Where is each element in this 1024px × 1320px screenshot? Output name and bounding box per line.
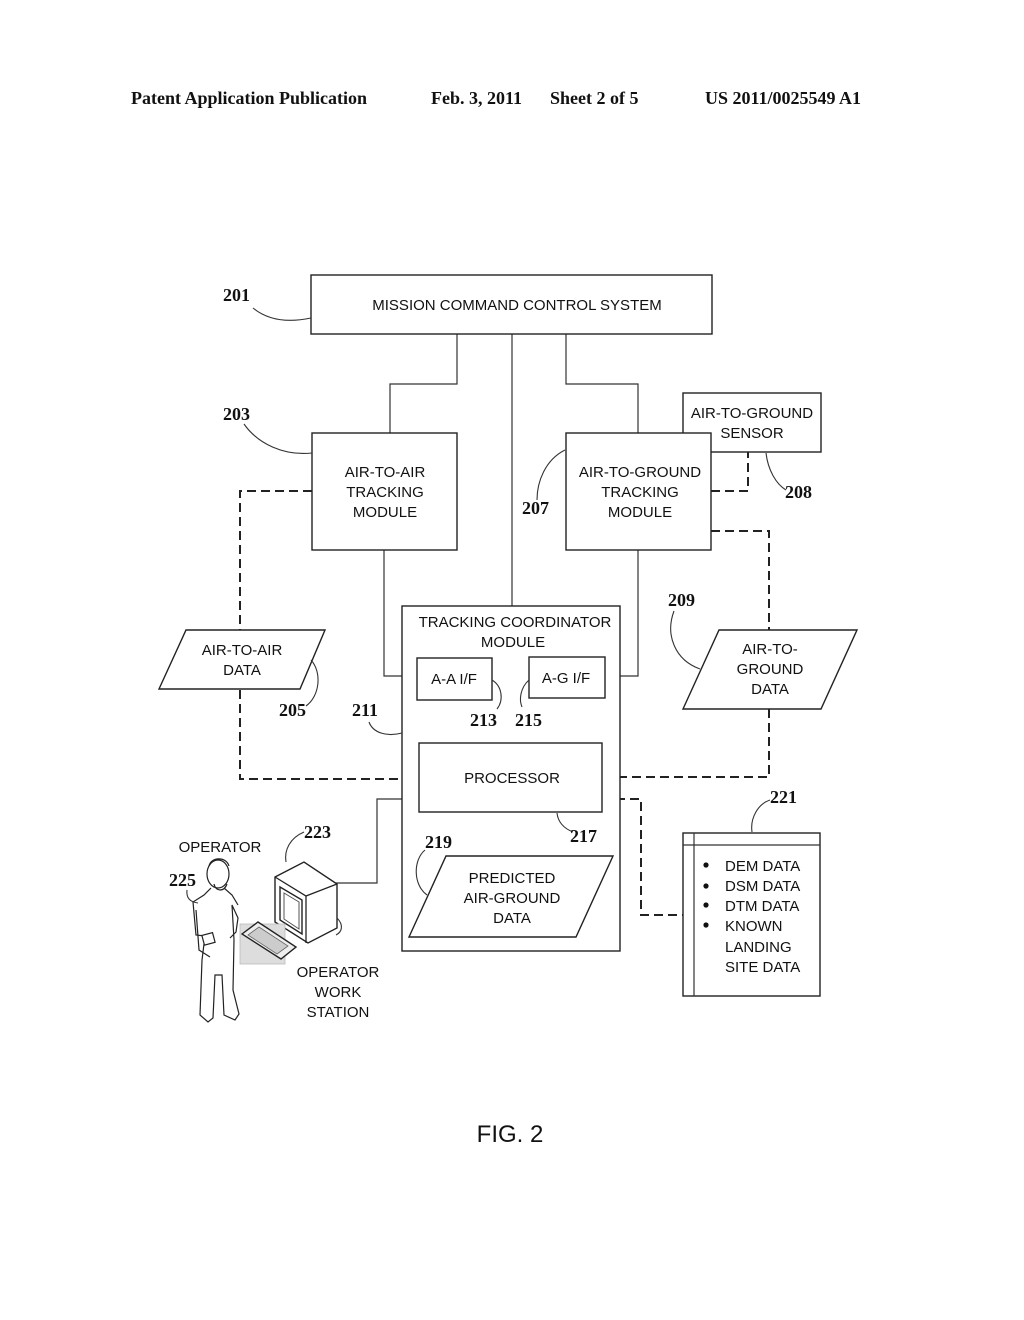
workstation-line-2: WORK	[315, 984, 362, 1001]
aa-data-line-1: AIR-TO-AIR	[202, 642, 283, 659]
ref-215: 215	[515, 710, 542, 730]
predicted-line-3: DATA	[493, 910, 531, 927]
air-to-ground-tracking-module: AIR-TO-GROUND TRACKING MODULE	[565, 432, 712, 551]
ag-tracking-line-2: TRACKING	[601, 484, 679, 501]
ref-208: 208	[785, 482, 812, 502]
leader-208	[765, 452, 787, 491]
bullet-icon	[703, 902, 709, 908]
air-to-air-data: AIR-TO-AIR DATA	[157, 629, 327, 690]
workstation-line-1: OPERATOR	[297, 964, 380, 981]
leader-221	[751, 799, 771, 833]
dash-ag-tracking-to-ag-data	[711, 530, 770, 630]
db-item-dtm: DTM DATA	[725, 898, 799, 915]
operator-figure-icon	[192, 858, 240, 1023]
ref-213: 213	[470, 710, 497, 730]
ref-219: 219	[425, 832, 452, 852]
db-item-dsm: DSM DATA	[725, 878, 800, 895]
ref-203: 203	[223, 404, 250, 424]
workstation-line-3: STATION	[307, 1004, 370, 1021]
db-item-dem: DEM DATA	[725, 858, 800, 875]
db-item-site-data: SITE DATA	[725, 959, 800, 976]
ag-interface: A-G I/F	[528, 656, 606, 699]
ref-205: 205	[279, 700, 306, 720]
bullet-icon	[703, 862, 709, 868]
processor: PROCESSOR	[418, 742, 603, 813]
system-diagram: MISSION COMMAND CONTROL SYSTEM 201 AIR-T…	[157, 274, 859, 1148]
predicted-line-2: AIR-GROUND	[464, 890, 561, 907]
ref-207: 207	[522, 498, 549, 518]
operator-workstation: OPERATOR WORK STATION	[239, 861, 380, 1021]
ref-223: 223	[304, 822, 331, 842]
dash-ag-data-to-processor	[602, 709, 770, 778]
dash-ag-tracking-to-sensor	[711, 451, 749, 492]
ag-tracking-line-1: AIR-TO-GROUND	[579, 464, 701, 481]
ref-209: 209	[668, 590, 695, 610]
ag-sensor-line-1: AIR-TO-GROUND	[691, 405, 813, 422]
leader-211	[368, 721, 403, 736]
air-to-air-tracking-module: AIR-TO-AIR TRACKING MODULE	[311, 432, 458, 551]
aa-tracking-line-2: TRACKING	[346, 484, 424, 501]
ag-sensor-line-2: SENSOR	[720, 425, 784, 442]
coordinator-line-1: TRACKING COORDINATOR	[419, 614, 612, 631]
ag-data-line-1: AIR-TO-	[742, 641, 798, 658]
ref-217: 217	[570, 826, 597, 846]
ag-data-line-2: GROUND	[737, 661, 804, 678]
leader-223	[285, 831, 305, 863]
leader-203	[243, 423, 313, 455]
operator-label: OPERATOR	[179, 839, 262, 856]
predicted-line-1: PREDICTED	[469, 870, 556, 887]
connector-mission-to-aa-tracking	[389, 334, 458, 433]
aa-data-line-2: DATA	[223, 662, 261, 679]
mission-command-control-system: MISSION COMMAND CONTROL SYSTEM	[310, 274, 713, 335]
processor-label: PROCESSOR	[464, 770, 560, 787]
leader-207	[536, 449, 566, 501]
mission-command-label: MISSION COMMAND CONTROL SYSTEM	[372, 297, 661, 314]
air-to-ground-data: AIR-TO- GROUND DATA	[681, 629, 859, 710]
aa-tracking-line-1: AIR-TO-AIR	[345, 464, 426, 481]
leader-201	[252, 307, 312, 321]
aa-interface-label: A-A I/F	[431, 671, 477, 688]
aa-interface: A-A I/F	[416, 657, 493, 701]
figure-caption: FIG. 2	[477, 1121, 544, 1148]
bullet-icon	[703, 883, 709, 889]
ag-interface-label: A-G I/F	[542, 670, 590, 687]
db-item-known: KNOWN	[725, 918, 783, 935]
ref-225: 225	[169, 870, 196, 890]
dash-aa-tracking-to-aa-data	[239, 490, 312, 630]
aa-tracking-line-3: MODULE	[353, 504, 417, 521]
leader-209	[670, 610, 701, 670]
ref-221: 221	[770, 787, 797, 807]
terrain-database: DEM DATA DSM DATA DTM DATA KNOWN LANDING…	[682, 832, 821, 997]
ref-211: 211	[352, 700, 378, 720]
bullet-icon	[703, 922, 709, 928]
coordinator-line-2: MODULE	[481, 634, 545, 651]
db-item-landing: LANDING	[725, 939, 792, 956]
connector-mission-to-ag-tracking	[565, 334, 639, 433]
ag-data-line-3: DATA	[751, 681, 789, 698]
ag-tracking-line-3: MODULE	[608, 504, 672, 521]
ref-201: 201	[223, 285, 250, 305]
